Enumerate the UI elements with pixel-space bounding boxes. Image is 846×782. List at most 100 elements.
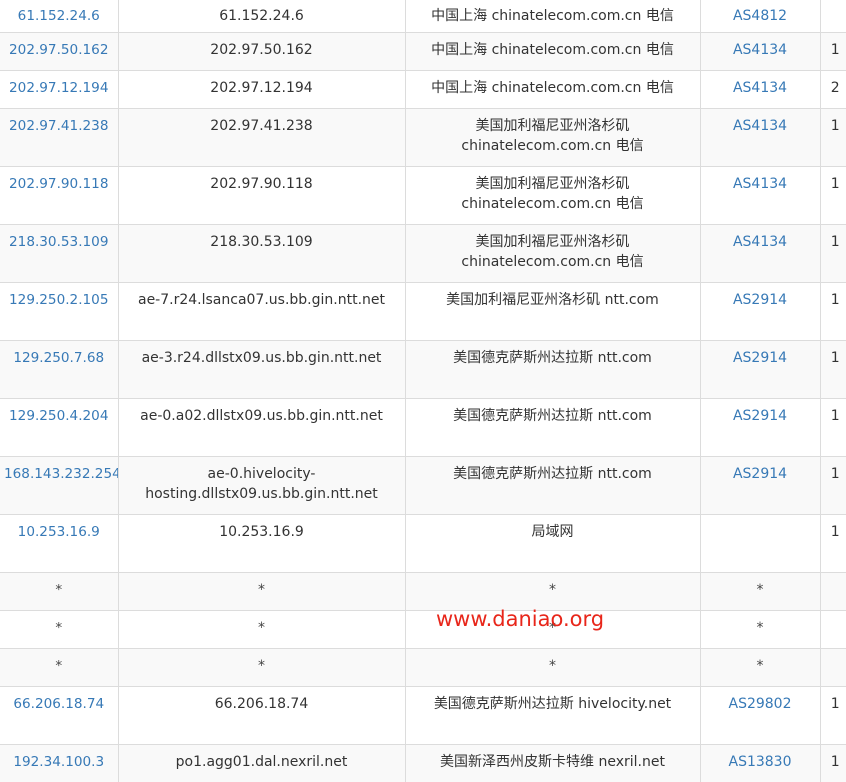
hop-extra-text: 1 — [831, 350, 840, 366]
hop-ip-link[interactable]: 192.34.100.3 — [13, 754, 104, 770]
hop-ip-link[interactable]: 202.97.90.118 — [9, 176, 108, 192]
hop-location-cell: 中国上海 chinatelecom.com.cn 电信 — [405, 71, 700, 109]
hop-location-cell: 美国加利福尼亚州洛杉矶 chinatelecom.com.cn 电信 — [405, 109, 700, 167]
hop-asn-link[interactable]: AS2914 — [733, 408, 787, 424]
watermark: www.daniao.org — [436, 604, 604, 634]
hop-row: **** — [0, 611, 846, 649]
hop-host-text: ae-0.a02.dllstx09.us.bb.gin.ntt.net — [140, 408, 383, 424]
hop-row: 218.30.53.109 218.30.53.109 美国加利福尼亚州洛杉矶 ch… — [0, 225, 846, 283]
hop-extra-cell: 1 — [820, 515, 846, 573]
hop-row: 66.206.18.7466.206.18.74美国德克萨斯州达拉斯 hivel… — [0, 687, 846, 745]
hop-asn-link[interactable]: AS4134 — [733, 176, 787, 192]
hop-row: 61.152.24.661.152.24.6中国上海 chinatelecom.… — [0, 0, 846, 33]
hop-asn-link[interactable]: AS2914 — [733, 350, 787, 366]
hop-host-text: 202.97.90.118 — [210, 176, 312, 192]
hop-asn-cell: AS2914 — [700, 283, 820, 341]
hop-extra-cell: 1 — [820, 745, 846, 782]
hop-row: 192.34.100.3 po1.agg01.dal.nexril.net 美国新泽… — [0, 745, 846, 782]
hop-hostname-cell: ae-3.r24.dllstx09.us.bb.gin.ntt.net — [118, 341, 405, 399]
traceroute-table-body: 61.152.24.661.152.24.6中国上海 chinatelecom.… — [0, 0, 846, 782]
hop-extra-cell: 1 — [820, 283, 846, 341]
hop-ip-text: * — [55, 620, 62, 636]
hop-extra-cell — [820, 611, 846, 649]
hop-extra-text: 1 — [831, 234, 840, 250]
hop-ip-cell: 129.250.7.68 — [0, 341, 118, 399]
hop-extra-cell: 1 — [820, 109, 846, 167]
hop-extra-cell: 1 — [820, 33, 846, 71]
hop-location-cell: 美国新泽西州皮斯卡特维 nexril.net — [405, 745, 700, 782]
hop-extra-cell: 1 — [820, 341, 846, 399]
hop-hostname-cell: 218.30.53.109 — [118, 225, 405, 283]
hop-host-text: 202.97.41.238 — [210, 118, 312, 134]
hop-location-cell: 美国德克萨斯州达拉斯 ntt.com — [405, 341, 700, 399]
hop-host-text: 202.97.12.194 — [210, 80, 312, 96]
hop-asn-cell: AS4134 — [700, 225, 820, 283]
hop-asn-link[interactable]: AS4134 — [733, 42, 787, 58]
hop-extra-cell: 1 — [820, 167, 846, 225]
hop-extra-text: 1 — [831, 466, 840, 482]
hop-ip-cell: 202.97.90.118 — [0, 167, 118, 225]
hop-ip-link[interactable]: 168.143.232.254 — [4, 466, 118, 482]
hop-location-text: 美国加利福尼亚州洛杉矶 chinatelecom.com.cn 电信 — [461, 176, 643, 212]
hop-host-text: 202.97.50.162 — [210, 42, 312, 58]
hop-hostname-cell: 202.97.90.118 — [118, 167, 405, 225]
hop-location-cell: 美国德克萨斯州达拉斯 hivelocity.net — [405, 687, 700, 745]
hop-location-text: 中国上海 chinatelecom.com.cn 电信 — [431, 8, 674, 24]
hop-hostname-cell: * — [118, 573, 405, 611]
hop-ip-link[interactable]: 202.97.50.162 — [9, 42, 108, 58]
hop-location-text: * — [549, 582, 556, 598]
hop-host-text: * — [258, 620, 265, 636]
hop-host-text: * — [258, 582, 265, 598]
hop-host-text: 10.253.16.9 — [219, 524, 304, 540]
hop-asn-cell: AS4134 — [700, 71, 820, 109]
hop-asn-link[interactable]: AS13830 — [729, 754, 792, 770]
hop-ip-cell: * — [0, 573, 118, 611]
hop-asn-cell: * — [700, 611, 820, 649]
hop-extra-cell: 1 — [820, 457, 846, 515]
hop-asn-text: * — [757, 658, 764, 674]
hop-asn-link[interactable]: AS4134 — [733, 118, 787, 134]
hop-asn-cell: AS29802 — [700, 687, 820, 745]
hop-host-text: ae-3.r24.dllstx09.us.bb.gin.ntt.net — [142, 350, 382, 366]
hop-asn-link[interactable]: AS2914 — [733, 466, 787, 482]
hop-asn-link[interactable]: AS4134 — [733, 234, 787, 250]
hop-ip-cell: 61.152.24.6 — [0, 0, 118, 33]
hop-location-text: * — [549, 658, 556, 674]
hop-asn-text: * — [757, 620, 764, 636]
hop-ip-link[interactable]: 202.97.41.238 — [9, 118, 108, 134]
hop-asn-cell: AS4134 — [700, 109, 820, 167]
hop-row: 129.250.2.105 ae-7.r24.lsanca07.us.bb.gin… — [0, 283, 846, 341]
hop-ip-link[interactable]: 202.97.12.194 — [9, 80, 108, 96]
hop-extra-text: 1 — [831, 176, 840, 192]
hop-location-text: 局域网 — [532, 524, 574, 540]
hop-extra-text: 1 — [831, 524, 840, 540]
hop-ip-link[interactable]: 129.250.2.105 — [9, 292, 108, 308]
hop-asn-link[interactable]: AS2914 — [733, 292, 787, 308]
hop-host-text: ae-7.r24.lsanca07.us.bb.gin.ntt.net — [138, 292, 385, 308]
hop-extra-cell — [820, 649, 846, 687]
hop-location-cell: 美国德克萨斯州达拉斯 ntt.com — [405, 399, 700, 457]
hop-location-cell: * — [405, 649, 700, 687]
hop-ip-cell: 218.30.53.109 — [0, 225, 118, 283]
hop-row: 202.97.12.194 202.97.12.194 中国上海 chinatele… — [0, 71, 846, 109]
hop-location-text: 美国德克萨斯州达拉斯 ntt.com — [453, 408, 652, 424]
hop-asn-text: * — [757, 582, 764, 598]
hop-location-cell: 美国加利福尼亚州洛杉矶 ntt.com — [405, 283, 700, 341]
hop-location-text: 美国加利福尼亚州洛杉矶 ntt.com — [446, 292, 659, 308]
hop-host-text: po1.agg01.dal.nexril.net — [176, 754, 348, 770]
hop-ip-link[interactable]: 129.250.4.204 — [9, 408, 108, 424]
hop-asn-link[interactable]: AS4134 — [733, 80, 787, 96]
hop-ip-link[interactable]: 10.253.16.9 — [18, 524, 100, 540]
hop-ip-link[interactable]: 129.250.7.68 — [13, 350, 104, 366]
hop-asn-link[interactable]: AS4812 — [733, 8, 787, 24]
hop-asn-cell: AS2914 — [700, 457, 820, 515]
hop-location-text: 美国加利福尼亚州洛杉矶 chinatelecom.com.cn 电信 — [461, 234, 643, 270]
hop-location-text: 美国德克萨斯州达拉斯 hivelocity.net — [434, 696, 671, 712]
hop-hostname-cell: ae-7.r24.lsanca07.us.bb.gin.ntt.net — [118, 283, 405, 341]
hop-row: 168.143.232.254ae-0.hivelocity-hosting.d… — [0, 457, 846, 515]
hop-hostname-cell: 10.253.16.9 — [118, 515, 405, 573]
hop-ip-link[interactable]: 66.206.18.74 — [13, 696, 104, 712]
hop-asn-link[interactable]: AS29802 — [729, 696, 792, 712]
hop-ip-link[interactable]: 61.152.24.6 — [18, 8, 100, 24]
hop-ip-link[interactable]: 218.30.53.109 — [9, 234, 108, 250]
